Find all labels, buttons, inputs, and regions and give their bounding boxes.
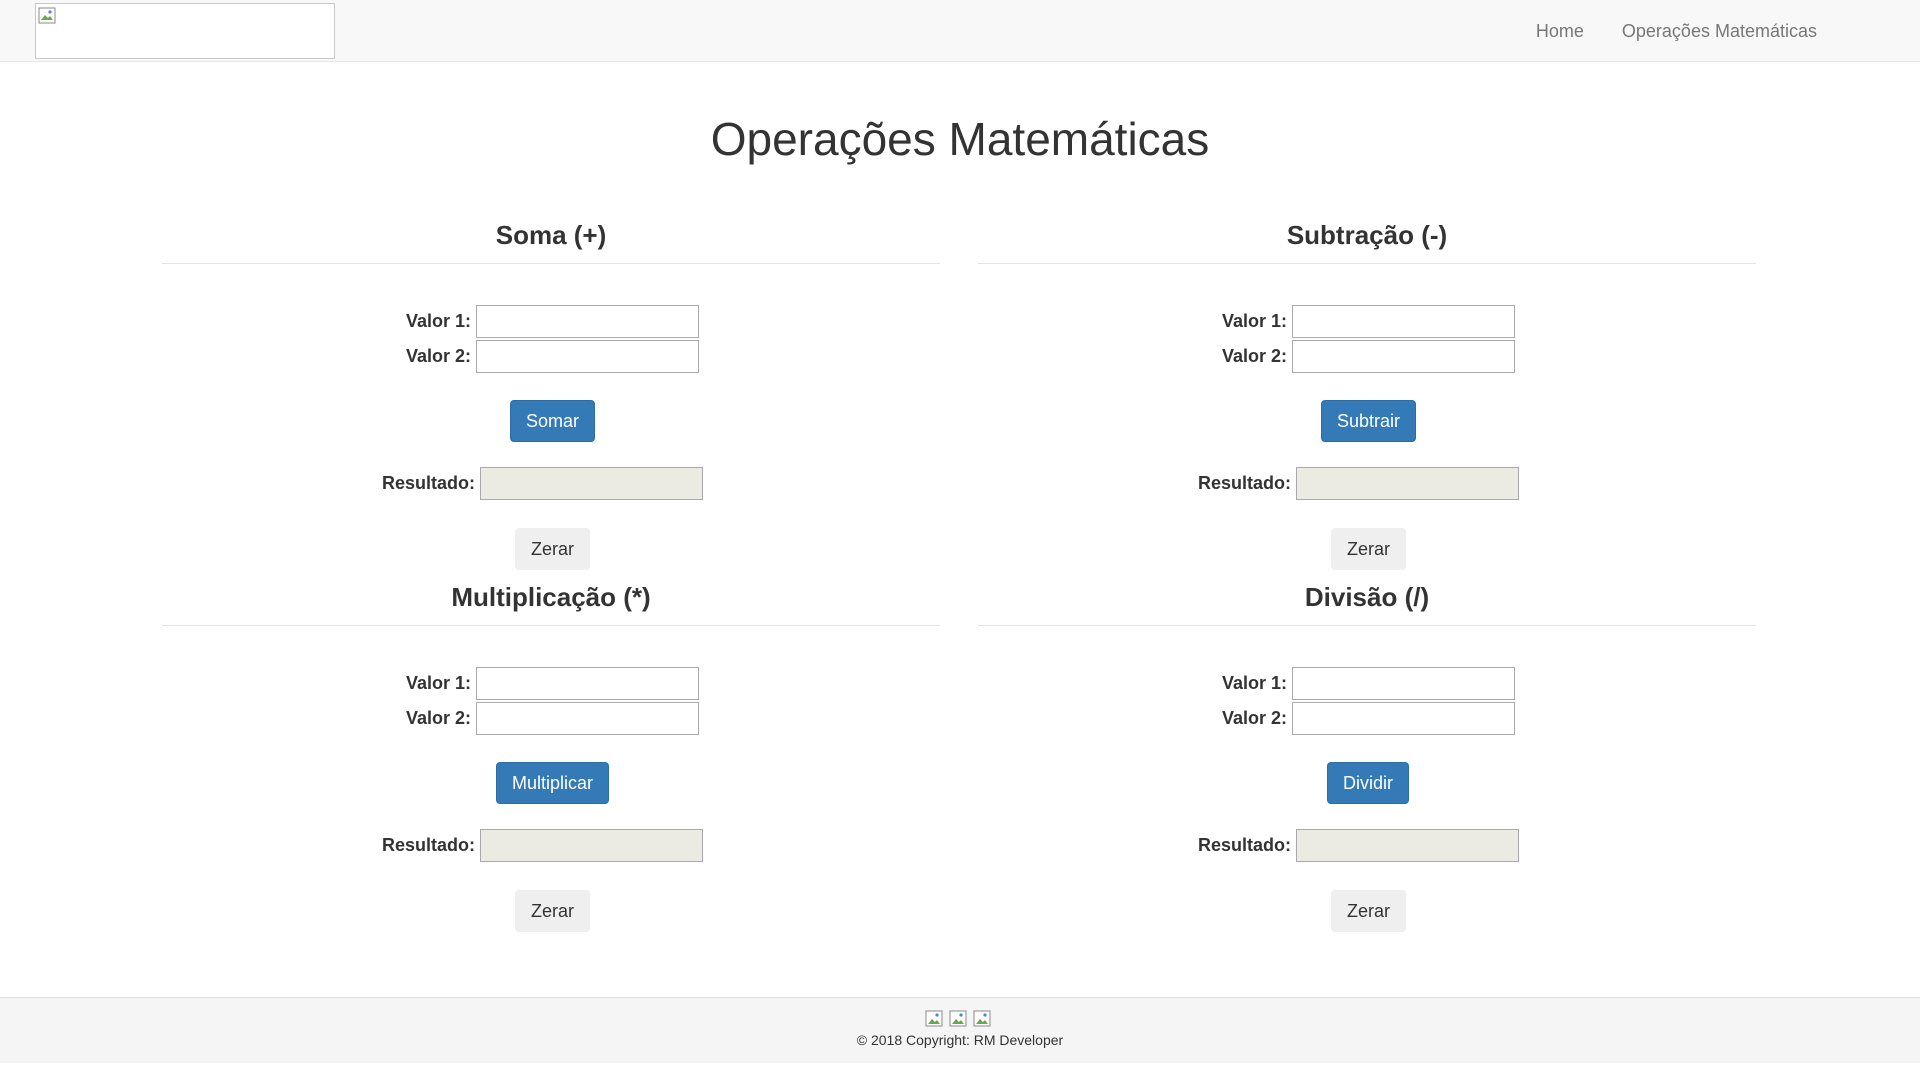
divide-value2-row: Valor 2: xyxy=(1222,702,1516,735)
multiply-result-field xyxy=(480,829,704,862)
broken-image-icon[interactable] xyxy=(973,1010,993,1028)
multiply-value2-row: Valor 2: xyxy=(406,702,700,735)
multiply-value2-input[interactable] xyxy=(476,702,700,735)
sum-value1-input[interactable] xyxy=(476,305,700,338)
sum-panel: Soma (+) Valor 1: Valor 2: Somar Resulta… xyxy=(162,213,940,570)
broken-image-icon xyxy=(38,7,56,24)
multiply-value1-label: Valor 1: xyxy=(406,673,472,693)
sum-value1-label: Valor 1: xyxy=(406,311,472,331)
subtract-value2-label: Valor 2: xyxy=(1222,346,1288,366)
navbar: Home Operações Matemáticas xyxy=(0,0,1920,62)
sum-panel-title: Soma (+) xyxy=(495,220,607,250)
divide-value2-input[interactable] xyxy=(1292,702,1516,735)
multiply-value2-label: Valor 2: xyxy=(406,708,472,728)
multiply-value1-row: Valor 1: xyxy=(406,667,700,700)
divide-value2-label: Valor 2: xyxy=(1222,708,1288,728)
copyright-text: © 2018 Copyright: RM Developer xyxy=(856,1032,1064,1048)
subtract-panel-title: Subtração (-) xyxy=(1286,220,1448,250)
multiply-panel-divider xyxy=(162,625,940,626)
divide-panel-title: Divisão (/) xyxy=(1304,582,1430,612)
social-links xyxy=(925,1010,993,1028)
multiply-value1-input[interactable] xyxy=(476,667,700,700)
sum-button[interactable]: Somar xyxy=(510,400,596,442)
multiply-button[interactable]: Multiplicar xyxy=(496,762,610,804)
sum-value2-label: Valor 2: xyxy=(406,346,472,366)
subtract-panel-divider xyxy=(978,263,1756,264)
subtract-button[interactable]: Subtrair xyxy=(1321,400,1417,442)
sum-panel-divider xyxy=(162,263,940,264)
divide-result-row: Resultado: xyxy=(1198,829,1520,862)
multiply-panel: Multiplicação (*) Valor 1: Valor 2: Mult… xyxy=(162,575,940,935)
divide-value1-row: Valor 1: xyxy=(1222,667,1516,700)
logo-image[interactable] xyxy=(35,3,335,59)
nav-home-link[interactable]: Home xyxy=(1517,21,1603,42)
broken-image-icon[interactable] xyxy=(925,1010,945,1028)
divide-result-label: Resultado: xyxy=(1198,835,1292,855)
divide-value1-label: Valor 1: xyxy=(1222,673,1288,693)
subtract-value2-input[interactable] xyxy=(1292,340,1516,373)
subtract-value1-row: Valor 1: xyxy=(1222,305,1516,338)
sum-result-field xyxy=(480,467,704,500)
sum-value2-input[interactable] xyxy=(476,340,700,373)
nav-operations-link[interactable]: Operações Matemáticas xyxy=(1603,21,1836,42)
subtract-reset-button[interactable]: Zerar xyxy=(1331,528,1407,570)
divide-button[interactable]: Dividir xyxy=(1327,762,1410,804)
subtract-panel: Subtração (-) Valor 1: Valor 2: Subtrair… xyxy=(978,213,1756,570)
subtract-value1-label: Valor 1: xyxy=(1222,311,1288,331)
subtract-result-field xyxy=(1296,467,1520,500)
subtract-value1-input[interactable] xyxy=(1292,305,1516,338)
multiply-reset-button[interactable]: Zerar xyxy=(515,890,591,932)
subtract-result-label: Resultado: xyxy=(1198,473,1292,493)
divide-result-field xyxy=(1296,829,1520,862)
subtract-result-row: Resultado: xyxy=(1198,467,1520,500)
divide-panel-divider xyxy=(978,625,1756,626)
sum-result-label: Resultado: xyxy=(382,473,476,493)
page-title: Operações Matemáticas xyxy=(710,113,1210,165)
footer: © 2018 Copyright: RM Developer xyxy=(0,997,1920,1063)
multiply-result-row: Resultado: xyxy=(382,829,704,862)
divide-reset-button[interactable]: Zerar xyxy=(1331,890,1407,932)
subtract-value2-row: Valor 2: xyxy=(1222,340,1516,373)
divide-panel: Divisão (/) Valor 1: Valor 2: Dividir Re… xyxy=(978,575,1756,935)
broken-image-icon[interactable] xyxy=(949,1010,969,1028)
nav-links: Home Operações Matemáticas xyxy=(1517,0,1836,62)
sum-value1-row: Valor 1: xyxy=(406,305,700,338)
multiply-panel-title: Multiplicação (*) xyxy=(451,582,651,612)
multiply-result-label: Resultado: xyxy=(382,835,476,855)
divide-value1-input[interactable] xyxy=(1292,667,1516,700)
sum-value2-row: Valor 2: xyxy=(406,340,700,373)
sum-reset-button[interactable]: Zerar xyxy=(515,528,591,570)
sum-result-row: Resultado: xyxy=(382,467,704,500)
